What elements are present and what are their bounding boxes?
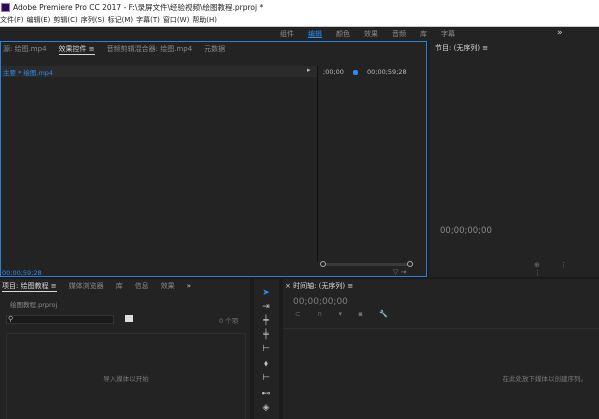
tab-source[interactable]: 源: 绘图.mp4 — [3, 44, 47, 54]
effect-controls-tabs: 源: 绘图.mp4 效果控件 ≡ 音频剪辑混合器: 绘图.mp4 元数据 — [3, 42, 237, 56]
workspace-tab-audio[interactable]: 音频 — [392, 29, 406, 39]
tab-timeline[interactable]: × 时间轴: (无序列) ≡ — [285, 281, 353, 291]
menu-sequence[interactable]: 序列(S) — [81, 15, 107, 25]
track-select-tool-icon[interactable]: ⇥ — [260, 302, 272, 312]
tab-program[interactable]: 节目: (无序列) ≡ — [435, 43, 488, 53]
workspace-more-button[interactable]: » — [557, 28, 563, 38]
menu-title[interactable]: 字幕(T) — [136, 15, 162, 25]
item-count: 0 个项 — [219, 317, 239, 325]
search-input[interactable]: ⚲ — [6, 315, 114, 324]
import-hint: 导入媒体以开始 — [103, 375, 149, 383]
play-arrow-icon[interactable]: ▸ — [307, 66, 311, 74]
tab-info[interactable]: 信息 — [135, 281, 149, 291]
premiere-app-icon — [1, 2, 10, 12]
workspace-tab-effects[interactable]: 效果 — [364, 29, 378, 39]
filter-icon[interactable]: ▽ ⇥ — [393, 268, 406, 276]
workspace-tab-titles[interactable]: 字幕 — [441, 29, 455, 39]
timeline-drop-hint: 在此处放下媒体以创建序列。 — [502, 375, 588, 383]
program-timecode[interactable]: 00;00;00;00 — [440, 226, 492, 236]
monitor-settings-icon[interactable]: ⊕ ⋮ ⋮ — [534, 261, 599, 277]
current-time-display[interactable]: 00;00;59;28 — [2, 269, 42, 277]
playhead-icon[interactable] — [353, 70, 358, 75]
hand-tool-icon[interactable]: ⊷ — [260, 389, 272, 399]
tab-media-browser[interactable]: 媒体浏览器 — [69, 281, 104, 291]
ruler-start-time: ;00;00 — [323, 68, 344, 76]
rate-stretch-tool-icon[interactable]: ╪ — [260, 330, 272, 340]
search-icon: ⚲ — [8, 315, 14, 323]
program-monitor-panel: 节目: (无序列) ≡ 00;00;00;00 ⊕ ⋮ ⋮ — [429, 41, 599, 277]
zoom-tool-icon[interactable]: ◈ — [260, 403, 272, 413]
timeline-timecode[interactable]: 00;00;00;00 — [293, 297, 348, 307]
effect-controls-panel: 源: 绘图.mp4 效果控件 ≡ 音频剪辑混合器: 绘图.mp4 元数据 主要 … — [0, 41, 427, 277]
scroll-knob-left[interactable] — [320, 261, 326, 267]
tabs-overflow-button[interactable]: » — [187, 282, 191, 290]
menu-edit[interactable]: 编辑(E) — [27, 15, 53, 25]
tab-audio-clip-mixer[interactable]: 音频剪辑混合器: 绘图.mp4 — [107, 44, 193, 54]
menu-file[interactable]: 文件(F) — [0, 15, 26, 25]
project-drop-area[interactable]: 导入媒体以开始 — [6, 333, 246, 419]
workspace-tab-color[interactable]: 颜色 — [336, 29, 350, 39]
timeline-panel: × 时间轴: (无序列) ≡ 00;00;00;00 ⊂ ∩ ▾ ▪ 🔧 在此处… — [283, 279, 599, 419]
menu-clip[interactable]: 剪辑(C) — [53, 15, 79, 25]
tab-effect-controls[interactable]: 效果控件 ≡ — [58, 44, 95, 55]
menu-help[interactable]: 帮助(H) — [192, 15, 219, 25]
razor-tool-icon[interactable]: ⊢ — [260, 344, 272, 354]
workspace-tabs: 组件 编辑 颜色 效果 音频 库 字幕 — [280, 27, 469, 41]
new-bin-icon[interactable] — [125, 315, 133, 322]
clip-label: 主要 * 绘图.mp4 — [3, 69, 54, 77]
workspace-tab-assembly[interactable]: 组件 — [280, 29, 294, 39]
menu-window[interactable]: 窗口(W) — [163, 15, 191, 25]
pen-tool-icon[interactable]: ⊢ — [260, 373, 272, 383]
menu-bar: 文件(F) 编辑(E) 剪辑(C) 序列(S) 标记(M) 字幕(T) 窗口(W… — [0, 14, 599, 27]
effect-controls-clip-header[interactable]: 主要 * 绘图.mp4 ▸ — [1, 66, 317, 77]
zoom-scrollbar[interactable] — [320, 261, 413, 267]
project-file-name: 绘图教程.prproj — [10, 301, 58, 309]
timeline-drop-area[interactable]: 在此处放下媒体以创建序列。 — [283, 328, 599, 419]
ruler-end-time: 00;00;59;28 — [367, 68, 407, 76]
timeline-tabs: × 时间轴: (无序列) ≡ — [285, 279, 365, 293]
workspace-tab-libraries[interactable]: 库 — [420, 29, 427, 39]
timeline-toolbar-icons[interactable]: ⊂ ∩ ▾ ▪ 🔧 — [295, 310, 395, 318]
effect-controls-divider[interactable] — [317, 66, 318, 262]
tab-project[interactable]: 项目: 绘图教程 ≡ — [2, 281, 57, 292]
ripple-edit-tool-icon[interactable]: ┿ — [260, 316, 272, 326]
workspace-tab-editing[interactable]: 编辑 — [308, 29, 322, 39]
tab-metadata[interactable]: 元数据 — [204, 44, 225, 54]
title-bar: Adobe Premiere Pro CC 2017 - F:\录屏文件\经验视… — [0, 0, 599, 14]
scroll-knob-right[interactable] — [407, 261, 413, 267]
tab-libraries[interactable]: 库 — [116, 281, 123, 291]
tab-effects[interactable]: 效果 — [161, 281, 175, 291]
project-tabs: 项目: 绘图教程 ≡ 媒体浏览器 库 信息 效果 » — [2, 279, 203, 293]
menu-marker[interactable]: 标记(M) — [108, 15, 136, 25]
selection-tool-icon[interactable]: ➤ — [260, 288, 272, 298]
workspace-bar: 组件 编辑 颜色 效果 音频 库 字幕 » — [0, 27, 599, 41]
window-title: Adobe Premiere Pro CC 2017 - F:\录屏文件\经验视… — [13, 2, 264, 12]
slip-tool-icon[interactable]: ⬧ — [260, 359, 272, 369]
project-panel: 项目: 绘图教程 ≡ 媒体浏览器 库 信息 效果 » 绘图教程.prproj ⚲… — [0, 279, 250, 419]
program-monitor-tabs: 节目: (无序列) ≡ — [435, 41, 500, 55]
tools-panel: ➤ ⇥ ┿ ╪ ⊢ ⬧ ⊢ ⊷ ◈ — [254, 279, 279, 419]
